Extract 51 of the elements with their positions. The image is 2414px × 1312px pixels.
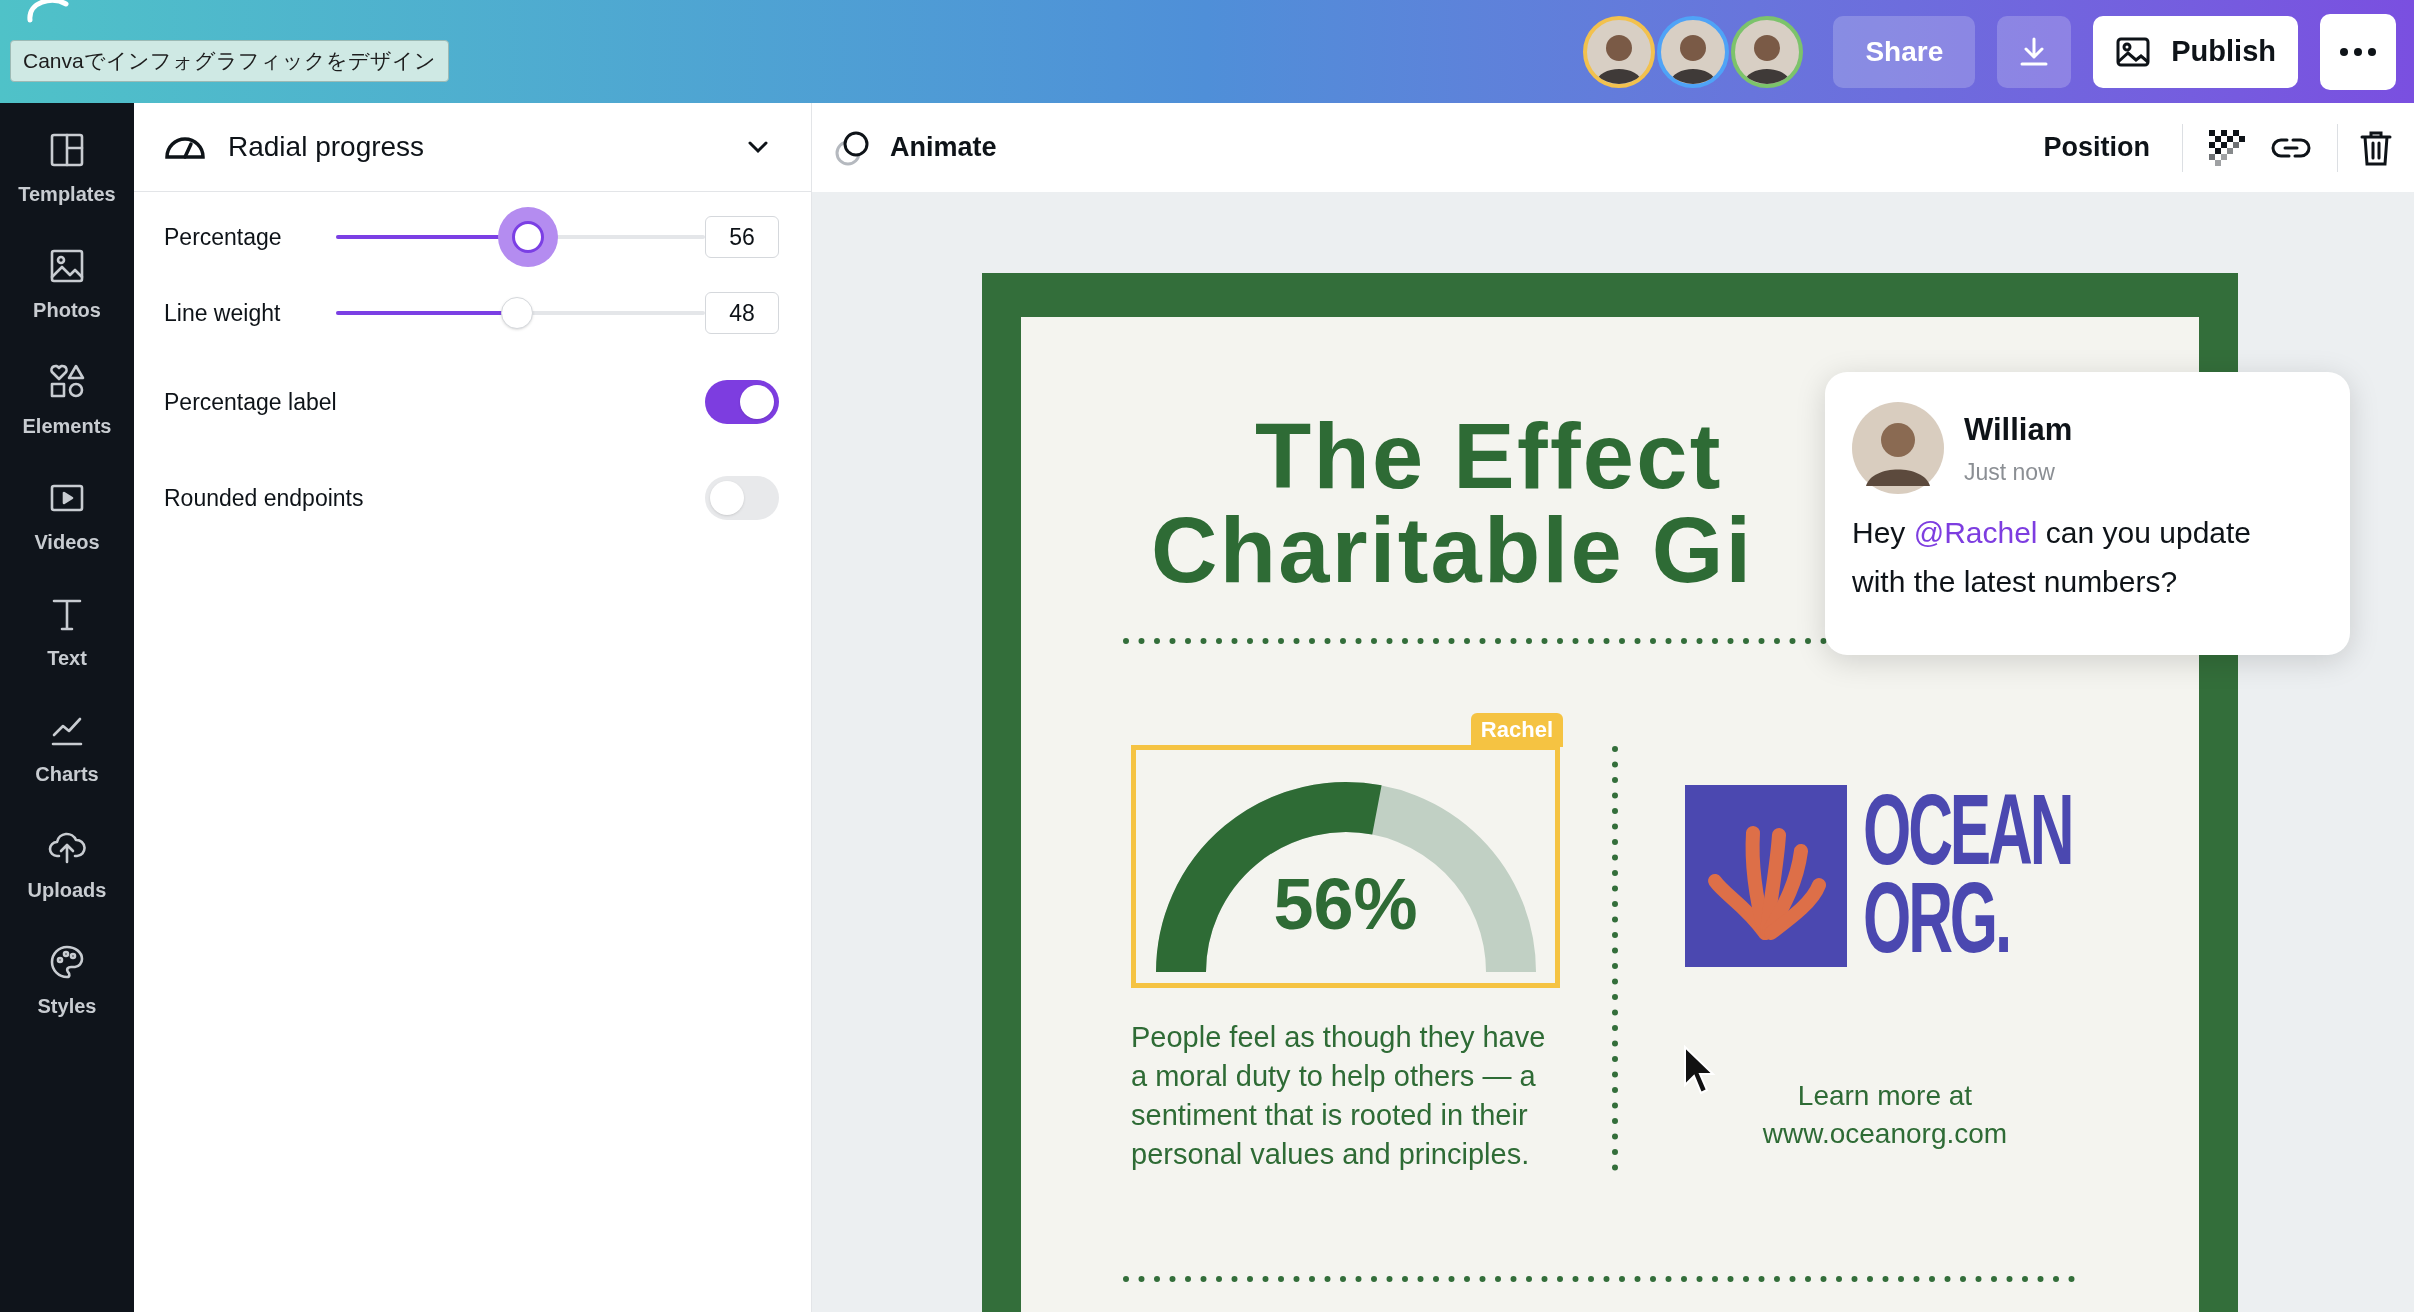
- side-rail-item[interactable]: Photos: [33, 247, 101, 325]
- side-rail-item[interactable]: Templates: [18, 131, 116, 209]
- side-rail-item[interactable]: Videos: [34, 479, 100, 557]
- comment-author: William: [1964, 410, 2073, 449]
- side-rail-item[interactable]: Charts: [35, 711, 99, 789]
- styles-icon: [48, 943, 86, 981]
- toggle-label: Rounded endpoints: [164, 483, 364, 513]
- photos-icon: [48, 247, 86, 285]
- toggle-switch[interactable]: [705, 476, 779, 520]
- slider-label: Percentage: [164, 222, 283, 252]
- side-rail-item[interactable]: Uploads: [27, 827, 107, 905]
- avatar-icon: [1852, 402, 1944, 494]
- download-button[interactable]: [1997, 15, 2072, 88]
- toggle-switch[interactable]: [705, 380, 779, 424]
- percentage-label: 56%: [1272, 867, 1419, 940]
- comment-text: Hey @Rachel can you update with the latest numbers?: [1852, 515, 2253, 600]
- learn-more-text: Learn more at: [1797, 1079, 1973, 1113]
- publish-button[interactable]: Publish: [2093, 15, 2298, 88]
- chevron-down-icon[interactable]: [747, 140, 769, 154]
- gauge-icon: [164, 134, 206, 160]
- coral-logo-icon: [1685, 785, 1847, 967]
- value-field[interactable]: 48: [705, 292, 779, 334]
- logo-text: ORG.: [1863, 873, 2010, 961]
- design-title: The Effect: [1255, 409, 1723, 503]
- toggle-label: Percentage label: [164, 387, 337, 417]
- slider-track[interactable]: [335, 207, 705, 267]
- transparency-icon[interactable]: [2209, 129, 2245, 166]
- selection-box[interactable]: 56%: [1131, 745, 1560, 988]
- more-icon: [2340, 47, 2376, 56]
- tooltip: Canvaでインフォグラフィックをデザイン: [10, 40, 449, 82]
- logo-text: OCEAN: [1863, 785, 2072, 873]
- slider-label: Line weight: [164, 298, 282, 328]
- trash-icon[interactable]: [2360, 129, 2392, 166]
- animate-button[interactable]: Animate: [834, 127, 997, 168]
- radial-progress-chart[interactable]: 56%: [1155, 771, 1536, 972]
- comment-time: Just now: [1964, 458, 2056, 487]
- side-rail-item[interactable]: Text: [47, 595, 87, 673]
- body-text: People feel as though they have a moral duty to help others — a sentiment that is rooted in their personal values and principles.: [1131, 1020, 1547, 1172]
- value-field[interactable]: 56: [705, 216, 779, 258]
- collaborator-tag: Rachel: [1470, 713, 1563, 747]
- side-rail-item[interactable]: Elements: [22, 363, 112, 441]
- learn-more-text: www.oceanorg.com: [1762, 1117, 2008, 1151]
- side-rail-item[interactable]: Styles: [37, 943, 97, 1021]
- design-title: Charitable Gi: [1151, 503, 1754, 597]
- templates-icon: [48, 131, 86, 169]
- slider-thumb[interactable]: [500, 297, 533, 329]
- more-button[interactable]: [2320, 13, 2396, 90]
- position-button[interactable]: Position: [2027, 127, 2166, 168]
- mention-link[interactable]: @Rachel: [1913, 516, 2038, 549]
- cursor-icon: [1683, 1045, 1717, 1097]
- panel-title: Radial progress: [228, 130, 425, 164]
